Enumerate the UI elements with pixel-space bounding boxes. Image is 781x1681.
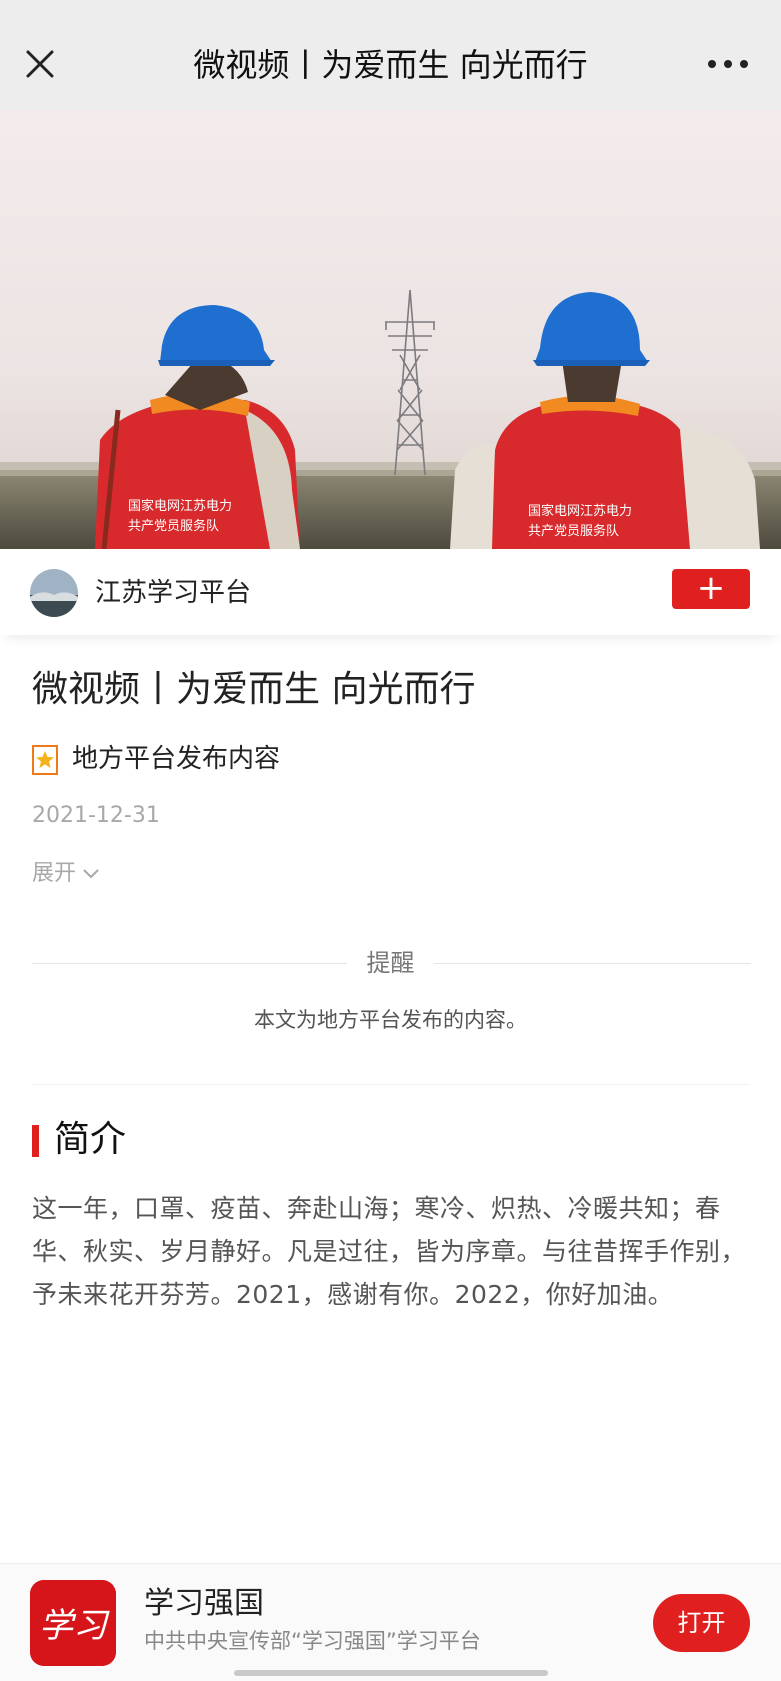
account-row: 江苏学习平台 + (0, 549, 781, 635)
intro-title: 简介 (54, 1119, 127, 1160)
more-dots-icon[interactable] (706, 52, 750, 76)
close-icon[interactable] (22, 46, 58, 82)
expand-label: 展开 (32, 861, 77, 886)
app-name: 学习强国 (144, 1586, 264, 1621)
star-badge-icon (32, 745, 58, 775)
expand-toggle[interactable]: 展开 (32, 859, 100, 889)
vest-text-right-1: 国家电网江苏电力 (528, 503, 632, 518)
video-player[interactable]: 国家电网江苏电力 共产党员服务队 国家电网江苏电力 共产党员服务队 (0, 110, 781, 549)
source-label: 地方平台发布内容 (72, 744, 281, 774)
publish-date: 2021-12-31 (32, 803, 160, 828)
account-name[interactable]: 江苏学习平台 (95, 571, 251, 615)
intro-accent-bar (32, 1125, 39, 1157)
top-bar: 微视频丨为爱而生 向光而行 (0, 0, 781, 110)
reminder-text: 本文为地方平台发布的内容。 (254, 1008, 527, 1032)
vest-text-right-2: 共产党员服务队 (528, 523, 619, 538)
article-title: 微视频丨为爱而生 向光而行 (32, 669, 476, 710)
chevron-down-icon (83, 869, 99, 879)
intro-body: 这一年，口罩、疫苗、奔赴山海；寒冷、炽热、冷暖共知；春华、秋实、岁月静好。凡是过… (32, 1194, 747, 1309)
open-app-button[interactable]: 打开 (653, 1594, 750, 1652)
app-download-banner: 学习 学习强国 中共中央宣传部“学习强国”学习平台 打开 (0, 1563, 781, 1681)
vest-text-left-1: 国家电网江苏电力 (128, 498, 232, 513)
avatar[interactable] (30, 569, 78, 617)
app-logo: 学习 (30, 1580, 116, 1666)
follow-button[interactable]: + (672, 569, 750, 609)
vest-text-left-2: 共产党员服务队 (128, 518, 219, 533)
logo-text: 学习 (39, 1606, 110, 1646)
section-divider (32, 1084, 749, 1085)
app-description: 中共中央宣传部“学习强国”学习平台 (144, 1629, 481, 1653)
video-frame-image: 国家电网江苏电力 共产党员服务队 国家电网江苏电力 共产党员服务队 (0, 110, 781, 549)
home-indicator (234, 1670, 548, 1676)
reminder-title: 提醒 (366, 949, 415, 977)
page-title: 微视频丨为爱而生 向光而行 (193, 46, 588, 84)
